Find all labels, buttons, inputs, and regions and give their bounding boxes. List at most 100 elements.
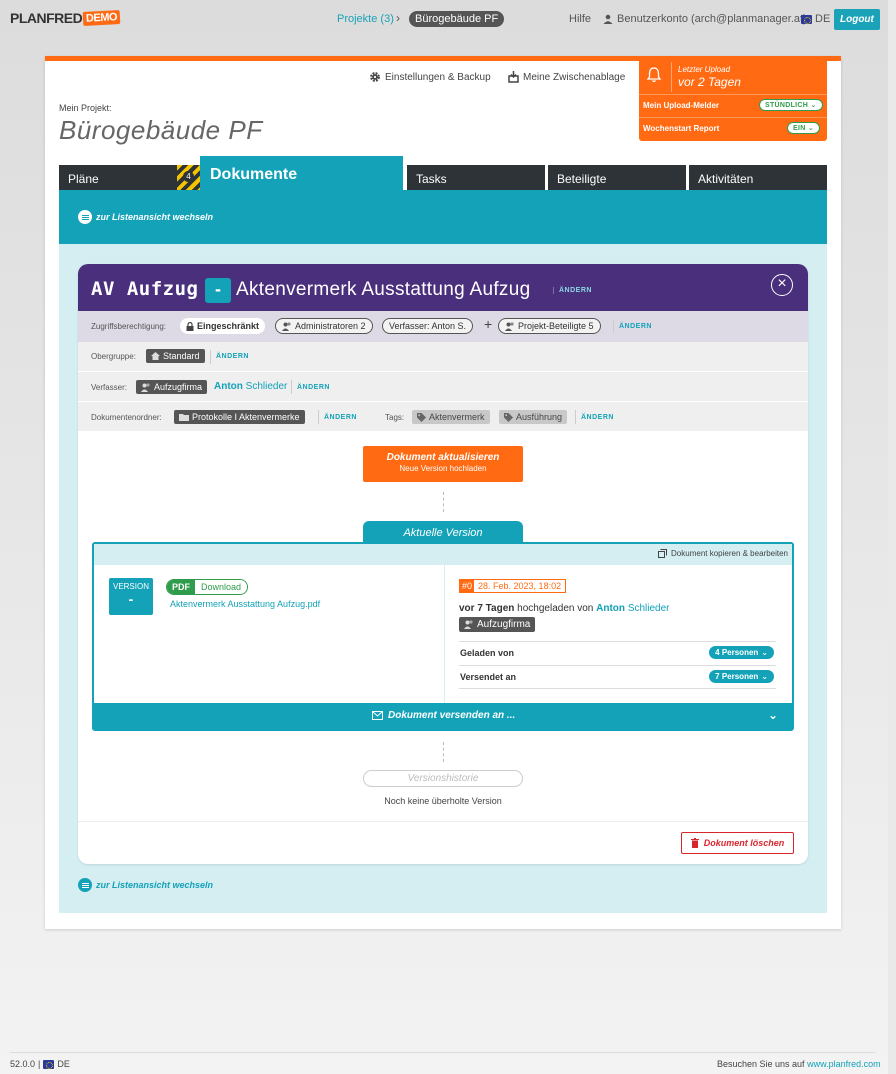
uploader-company: Aufzugfirma — [477, 619, 531, 630]
change-folder-link[interactable]: ÄNDERN — [324, 414, 357, 421]
send-document-label: Dokument versenden an ... — [388, 710, 516, 721]
eu-flag-icon — [43, 1059, 55, 1069]
list-view-label: zur Listenansicht wechseln — [96, 880, 214, 890]
footer-version-info: 52.0.0 | DE — [10, 1059, 70, 1069]
folder-tags-row: Dokumentenordner: Protokolle I Aktenverm… — [78, 402, 808, 432]
uploader-name[interactable]: Anton Schlieder — [596, 603, 669, 614]
sent-to-dropdown[interactable]: 7 Personen ⌄ — [709, 670, 774, 683]
document-header: AV Aufzug - Aktenvermerk Ausstattung Auf… — [78, 264, 808, 311]
account-link[interactable]: Benutzerkonto (arch@planmanager.at) — [603, 13, 807, 25]
clipboard-link[interactable]: Meine Zwischenablage — [508, 71, 625, 83]
download-pdf-button[interactable]: PDF Download — [166, 579, 249, 595]
tag-icon — [417, 412, 426, 422]
change-access-link[interactable]: ÄNDERN — [619, 323, 652, 330]
current-version-tab: Aktuelle Version — [363, 521, 523, 543]
sent-to-label: Versendet an — [460, 672, 517, 682]
language-label: DE — [815, 13, 831, 25]
loaded-by-label: Geladen von — [460, 648, 515, 658]
document-card: AV Aufzug - Aktenvermerk Ausstattung Auf… — [78, 264, 808, 864]
members-chip[interactable]: Projekt-Beteiligte 5 — [498, 318, 601, 334]
tab-plaene-badge: 4 — [177, 165, 200, 190]
uploaded-when: vor 7 Tagen — [459, 603, 515, 614]
settings-label: Einstellungen & Backup — [385, 71, 491, 83]
chevron-down-icon[interactable]: ⌄ — [768, 708, 778, 722]
list-view-link-bottom[interactable]: zur Listenansicht wechseln — [78, 878, 213, 892]
change-parent-group-link[interactable]: ÄNDERN — [216, 353, 249, 360]
list-view-link-top[interactable]: zur Listenansicht wechseln — [78, 210, 213, 224]
uploader-last-name: Schlieder — [627, 603, 670, 614]
folder-icon — [179, 414, 189, 421]
tab-aktivitaeten[interactable]: Aktivitäten — [689, 165, 827, 190]
chevron-down-icon: ⌄ — [761, 648, 768, 657]
update-document-button[interactable]: Dokument aktualisieren Neue Version hoch… — [363, 446, 523, 482]
close-icon[interactable]: × — [771, 274, 793, 296]
chevron-down-icon: ⌄ — [761, 672, 768, 681]
version-label: VERSION — [112, 582, 149, 591]
envelope-icon — [372, 711, 383, 720]
uploaded-text: hochgeladen von — [517, 603, 594, 614]
tab-tasks[interactable]: Tasks — [407, 165, 545, 190]
tag-label: Ausführung — [516, 412, 563, 422]
revision-number: #0 — [460, 580, 475, 592]
tab-beteiligte[interactable]: Beteiligte — [548, 165, 686, 190]
lock-icon — [186, 321, 194, 331]
help-link[interactable]: Hilfe — [569, 13, 591, 25]
document-name: Aktenvermerk Ausstattung Aufzug — [236, 279, 531, 300]
upload-alert-dropdown[interactable]: STÜNDLICH ⌄ — [759, 99, 823, 111]
change-name-link[interactable]: ÄNDERN — [553, 287, 592, 294]
version-badge: VERSION - — [109, 578, 153, 615]
uploaded-info: vor 7 Tagen hochgeladen von Anton Schlie… — [459, 603, 670, 614]
access-label: Zugriffsberechtigung: — [91, 322, 167, 331]
planfred-logo[interactable]: PLANFRED DEMO — [10, 10, 121, 26]
nav-projects-link[interactable]: Projekte (3) — [337, 13, 394, 25]
author-company: Aufzugfirma — [154, 382, 203, 392]
tab-dokumente[interactable]: Dokumente — [200, 156, 403, 191]
plus-icon: + — [484, 316, 493, 332]
author-label: Verfasser: — [91, 383, 128, 392]
weekly-report-label: Wochenstart Report — [643, 124, 720, 133]
file-name-link[interactable]: Aktenvermerk Ausstattung Aufzug.pdf — [170, 599, 320, 609]
uploader-company-chip: Aufzugfirma — [459, 617, 536, 632]
author-name[interactable]: Anton Schlieder — [214, 381, 287, 392]
logout-button[interactable]: Logout — [834, 9, 880, 30]
footer-website-link[interactable]: www.planfred.com — [807, 1059, 881, 1069]
user-icon — [603, 14, 613, 24]
admins-chip[interactable]: Administratoren 2 — [275, 318, 373, 334]
change-author-link[interactable]: ÄNDERN — [297, 384, 330, 391]
current-project-badge[interactable]: Bürogebäude PF — [409, 11, 505, 27]
delete-document-button[interactable]: Dokument löschen — [681, 832, 794, 854]
language-switch[interactable]: DE — [801, 13, 830, 25]
folder-label: Dokumentenordner: — [91, 413, 162, 422]
weekly-report-dropdown[interactable]: EIN ⌄ — [787, 122, 820, 134]
change-tags-link[interactable]: ÄNDERN — [581, 414, 614, 421]
copy-edit-link[interactable]: Dokument kopieren & bearbeiten — [658, 549, 788, 558]
trash-icon — [690, 838, 699, 848]
author-row: Verfasser: Aufzugfirma Anton Schlieder Ä… — [78, 372, 808, 402]
scrollbar[interactable] — [888, 0, 896, 1074]
folder-chip: Protokolle I Aktenvermerke — [174, 410, 305, 424]
footer-language[interactable]: DE — [57, 1059, 70, 1069]
tab-plaene-label: Pläne — [68, 172, 99, 186]
list-icon — [78, 210, 92, 224]
author-first-name: Anton — [214, 381, 243, 392]
footer-separator: | — [38, 1059, 41, 1069]
loaded-by-dropdown[interactable]: 4 Personen ⌄ — [709, 646, 774, 659]
clipboard-icon — [508, 71, 519, 83]
settings-backup-link[interactable]: Einstellungen & Backup — [369, 71, 491, 83]
tag-chip: Aktenvermerk — [412, 410, 490, 424]
app-version: 52.0.0 — [10, 1059, 36, 1069]
chevron-right-icon: › — [396, 11, 400, 25]
update-document-subtitle: Neue Version hochladen — [399, 464, 487, 473]
members-label: Projekt-Beteiligte 5 — [518, 321, 594, 331]
document-code: AV Aufzug — [91, 278, 199, 300]
access-level-label: Eingeschränkt — [197, 321, 260, 331]
author-access-chip[interactable]: Verfasser: Anton S. — [382, 318, 474, 334]
page-title: Bürogebäude PF — [59, 115, 263, 145]
revision-date-badge: #0 28. Feb. 2023, 18:02 — [459, 579, 567, 593]
upload-alert-value: STÜNDLICH — [765, 102, 809, 109]
copy-icon — [658, 549, 668, 558]
send-document-bar[interactable]: Dokument versenden an ... ⌄ — [94, 703, 792, 729]
loaded-by-value: 4 Personen — [715, 648, 759, 657]
users-icon — [282, 321, 291, 331]
access-level-chip[interactable]: Eingeschränkt — [180, 318, 266, 334]
